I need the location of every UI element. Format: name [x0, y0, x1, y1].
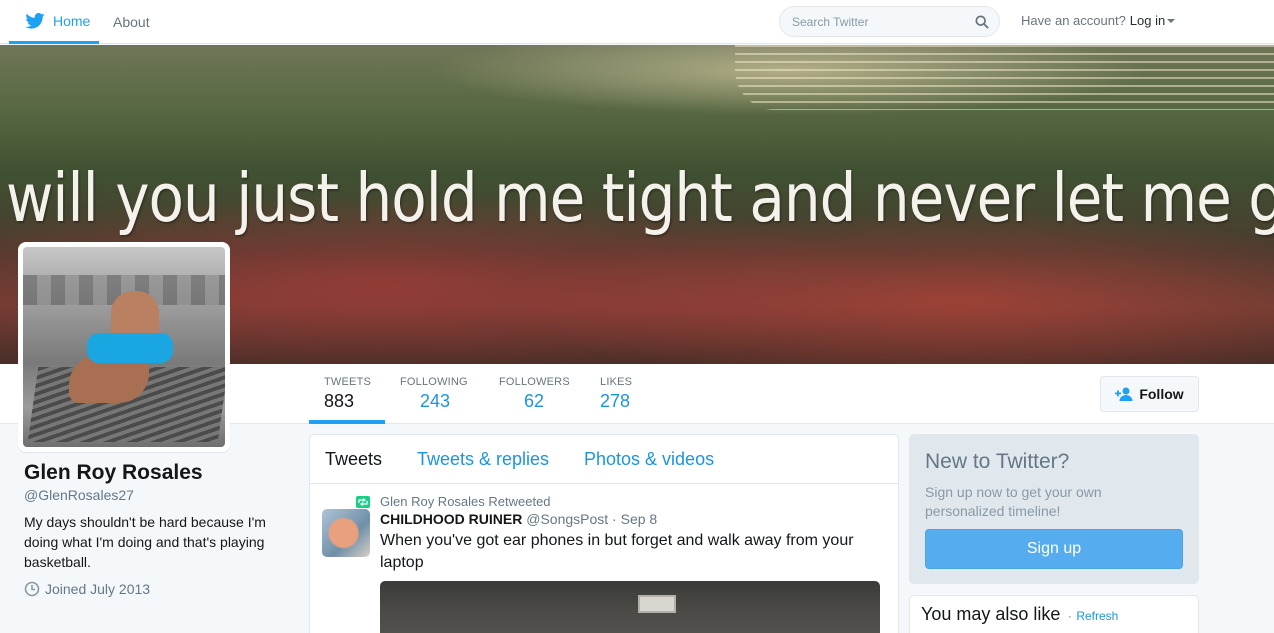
profile-avatar[interactable]	[18, 242, 230, 452]
tweet-author-name[interactable]: CHILDHOOD RUINER	[380, 511, 522, 527]
signup-card: New to Twitter? Sign up now to get your …	[909, 434, 1199, 584]
stat-value: 278	[600, 391, 631, 411]
profile-handle[interactable]: @GlenRosales27	[24, 487, 134, 503]
account-prompt: Have an account?	[1021, 12, 1126, 28]
login-label: Log in	[1129, 12, 1166, 28]
nav-about-link[interactable]: About	[113, 0, 150, 44]
tweet-date[interactable]: Sep 8	[621, 511, 658, 527]
caret-down-icon	[1167, 19, 1176, 24]
profile-name[interactable]: Glen Roy Rosales	[24, 461, 203, 485]
twitter-bird-icon	[25, 12, 45, 29]
profile-bio: My days shouldn't be hard because I'm do…	[24, 514, 266, 570]
suggestions-title: You may also like	[921, 604, 1061, 624]
follow-label: Follow	[1139, 386, 1184, 402]
suggestions-separator: ·	[1067, 609, 1072, 623]
banner-quote: will you just hold me tight and never le…	[6, 159, 1274, 238]
tab-tweets[interactable]: Tweets	[325, 449, 382, 470]
stat-label: FOLLOWING	[400, 376, 468, 388]
search-icon[interactable]	[975, 14, 989, 29]
login-link[interactable]: Log in	[1129, 12, 1176, 28]
tab-tweets-replies[interactable]: Tweets & replies	[417, 449, 549, 470]
stat-value: 62	[524, 391, 545, 411]
tweet-text: When you've got ear phones in but forget…	[380, 532, 854, 571]
nav-home-label: Home	[53, 12, 91, 29]
follow-button[interactable]: Follow	[1100, 376, 1199, 412]
stat-label: FOLLOWERS	[499, 376, 570, 388]
tab-photos-videos[interactable]: Photos & videos	[584, 449, 714, 470]
stat-value: 243	[420, 391, 451, 411]
login-area: Have an account? Log in	[1021, 0, 1176, 40]
stat-label: LIKES	[600, 376, 633, 388]
stat-tweets[interactable]: TWEETS 883	[309, 364, 385, 424]
timeline: Tweets Tweets & replies Photos & videos …	[309, 434, 899, 633]
retweet-icon	[356, 495, 370, 508]
refresh-link[interactable]: Refresh	[1076, 609, 1118, 623]
retweet-context: Glen Roy Rosales Retweeted	[356, 494, 551, 509]
joined-date: Joined July 2013	[45, 581, 151, 597]
avatar-photo	[23, 247, 225, 447]
tweet[interactable]: Glen Roy Rosales Retweeted CHILDHOOD RUI…	[310, 484, 898, 633]
tweet-author-handle[interactable]: @SongsPost	[526, 511, 608, 527]
stat-likes[interactable]: LIKES 278	[600, 364, 632, 424]
profile-joined: Joined July 2013	[24, 581, 150, 597]
add-user-icon	[1115, 387, 1133, 401]
stat-followers[interactable]: FOLLOWERS 62	[499, 364, 570, 424]
signup-button[interactable]: Sign up	[925, 529, 1183, 569]
tweet-separator: ·	[612, 511, 617, 527]
retweet-note: Glen Roy Rosales Retweeted	[380, 494, 551, 509]
stat-label: TWEETS	[324, 376, 372, 388]
top-nav: Home About Have an account? Log in	[0, 0, 1274, 44]
tweet-media[interactable]	[380, 581, 880, 633]
search-box[interactable]	[779, 6, 1000, 37]
tweet-author-avatar[interactable]	[322, 509, 370, 557]
signup-text: Sign up now to get your own personalized…	[925, 484, 1102, 519]
tweet-header: CHILDHOOD RUINER @SongsPost · Sep 8	[380, 511, 657, 527]
banner-railing	[735, 45, 1274, 110]
nav-home-link[interactable]: Home	[9, 0, 99, 44]
search-input[interactable]	[792, 14, 962, 29]
stat-value: 883	[324, 391, 355, 411]
suggestions-card: You may also like · Refresh	[909, 595, 1199, 633]
stat-following[interactable]: FOLLOWING 243	[400, 364, 468, 424]
clock-icon	[24, 581, 40, 597]
signup-title: New to Twitter?	[925, 450, 1070, 473]
timeline-tabs: Tweets Tweets & replies Photos & videos	[310, 435, 898, 484]
